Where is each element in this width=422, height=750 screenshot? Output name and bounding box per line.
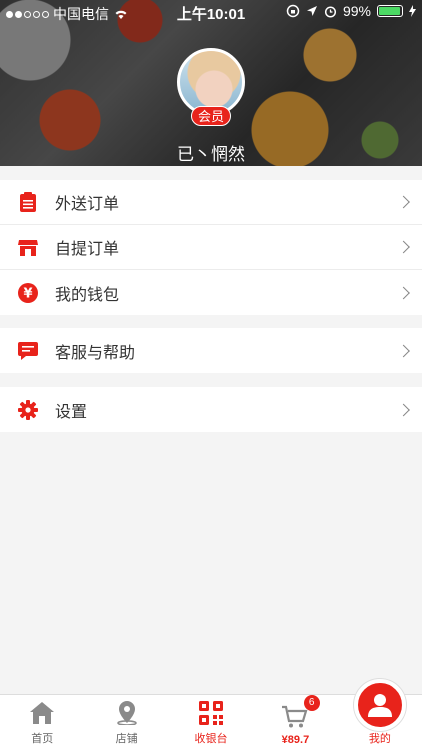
qr-code-icon — [198, 700, 224, 726]
chevron-right-icon — [397, 403, 410, 416]
chevron-right-icon — [397, 286, 410, 299]
tab-bar: 首页 店铺 收银台 6 ¥89.7 我的 — [0, 679, 422, 750]
cart-icon — [282, 704, 308, 730]
member-badge: 会员 — [191, 106, 231, 126]
menu-item-label: 外送订单 — [55, 196, 120, 213]
menu-item-settings[interactable]: 设置 — [0, 387, 422, 432]
home-icon — [29, 700, 55, 726]
tab-cart[interactable]: 6 ¥89.7 — [253, 695, 337, 750]
map-pin-icon — [114, 700, 140, 726]
chevron-right-icon — [397, 195, 410, 209]
menu-group-orders: 外送订单 自提订单 ¥ 我的钱包 — [0, 180, 422, 315]
menu-item-delivery-orders[interactable]: 外送订单 — [0, 180, 422, 225]
store-icon — [18, 237, 38, 257]
yen-icon: ¥ — [18, 282, 38, 303]
chevron-right-icon — [397, 240, 410, 254]
menu-item-label: 自提订单 — [55, 241, 120, 258]
username: 已丶惘然 — [177, 145, 245, 164]
tab-label: 店铺 — [115, 733, 138, 745]
cart-count-badge: 6 — [303, 695, 320, 711]
menu-group-settings: 设置 — [0, 387, 422, 432]
chevron-right-icon — [397, 344, 410, 357]
alarm-icon — [324, 5, 337, 18]
tab-stores[interactable]: 店铺 — [84, 695, 168, 750]
battery-icon — [377, 5, 403, 17]
tab-label: 首页 — [31, 733, 54, 745]
status-bar: 中国电信 上午10:01 99% — [0, 0, 422, 24]
menu-item-pickup-orders[interactable]: 自提订单 — [0, 225, 422, 270]
menu-item-customer-service[interactable]: 客服与帮助 — [0, 328, 422, 373]
menu-group-support: 客服与帮助 — [0, 328, 422, 373]
chat-icon — [18, 341, 38, 361]
menu-item-label: 客服与帮助 — [55, 344, 136, 362]
tab-cashier[interactable]: 收银台 — [169, 695, 253, 750]
tab-label: 我的 — [368, 733, 391, 745]
tab-mine[interactable]: 我的 — [338, 679, 422, 750]
menu-item-label: 我的钱包 — [55, 286, 120, 304]
battery-percent: 99% — [342, 3, 371, 19]
user-icon — [353, 679, 406, 731]
tab-home[interactable]: 首页 — [0, 695, 84, 750]
charging-icon — [409, 5, 416, 17]
tab-label: 收银台 — [194, 733, 228, 745]
clipboard-icon — [18, 192, 38, 212]
svg-text:¥: ¥ — [23, 286, 32, 301]
cart-total: ¥89.7 — [281, 734, 310, 746]
location-icon — [306, 6, 317, 16]
menu-item-label: 设置 — [55, 403, 88, 421]
gear-icon — [18, 399, 38, 420]
menu-item-wallet[interactable]: ¥ 我的钱包 — [0, 270, 422, 315]
rotation-lock-icon — [286, 4, 300, 18]
